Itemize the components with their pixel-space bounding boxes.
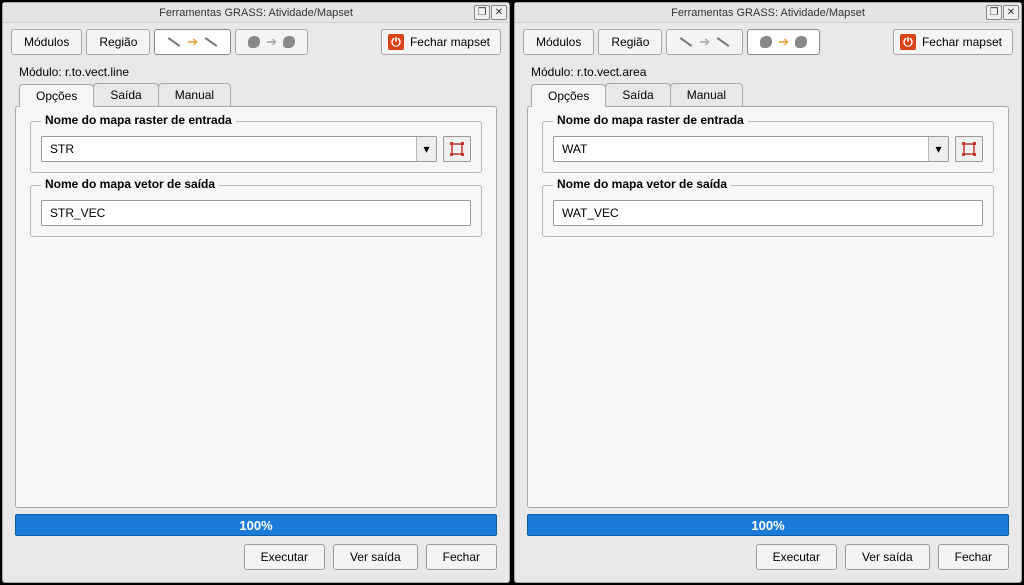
power-icon: ⏻ (388, 34, 404, 50)
subtab-saida[interactable]: Saída (605, 83, 670, 106)
titlebar: Ferramentas GRASS: Atividade/Mapset ❐ ✕ (3, 3, 509, 23)
fieldset-input: Nome do mapa raster de entrada ▾ (542, 121, 994, 173)
grass-tool-window-right: Ferramentas GRASS: Atividade/Mapset ❐ ✕ … (514, 2, 1022, 583)
close-icon[interactable]: ✕ (1003, 5, 1019, 20)
close-icon[interactable]: ✕ (491, 5, 507, 20)
input-raster-field[interactable] (554, 137, 928, 161)
power-icon: ⏻ (900, 34, 916, 50)
detach-icon[interactable]: ❐ (474, 5, 490, 20)
module-label: Módulo: r.to.vect.area (515, 55, 1021, 83)
close-button[interactable]: Fechar (938, 544, 1009, 570)
close-mapset-button[interactable]: ⏻ Fechar mapset (381, 29, 501, 55)
progress-bar: 100% (15, 514, 497, 536)
progress-label: 100% (239, 518, 272, 533)
tab-regiao[interactable]: Região (598, 29, 662, 55)
arrow-icon: ➔ (266, 34, 277, 50)
fieldset-output: Nome do mapa vetor de saída (30, 185, 482, 237)
subtab-opcoes[interactable]: Opções (531, 84, 606, 107)
legend-input: Nome do mapa raster de entrada (41, 113, 236, 127)
tab-area-tool[interactable]: ➔ (747, 29, 820, 55)
close-button[interactable]: Fechar (426, 544, 497, 570)
title-controls: ❐ ✕ (474, 5, 507, 20)
output-vector-field[interactable] (553, 200, 983, 226)
region-select-button[interactable] (955, 136, 983, 162)
legend-output: Nome do mapa vetor de saída (41, 177, 219, 191)
line-icon (168, 37, 181, 47)
toolbar: Módulos Região ➔ ➔ ⏻ Fechar mapset (3, 23, 509, 55)
module-label: Módulo: r.to.vect.line (3, 55, 509, 83)
tab-modulos[interactable]: Módulos (523, 29, 594, 55)
tab-regiao[interactable]: Região (86, 29, 150, 55)
input-raster-combo[interactable]: ▾ (41, 136, 437, 162)
legend-input: Nome do mapa raster de entrada (553, 113, 748, 127)
titlebar: Ferramentas GRASS: Atividade/Mapset ❐ ✕ (515, 3, 1021, 23)
window-title: Ferramentas GRASS: Atividade/Mapset (159, 7, 353, 19)
progress-bar: 100% (527, 514, 1009, 536)
arrow-icon: ➔ (187, 34, 198, 50)
subtabs: Opções Saída Manual (515, 83, 1021, 106)
progress-label: 100% (751, 518, 784, 533)
run-button[interactable]: Executar (244, 544, 325, 570)
subtab-opcoes[interactable]: Opções (19, 84, 94, 107)
content-area: Nome do mapa raster de entrada ▾ Nome do… (527, 106, 1009, 508)
subtab-saida[interactable]: Saída (93, 83, 158, 106)
window-title: Ferramentas GRASS: Atividade/Mapset (671, 7, 865, 19)
input-raster-field[interactable] (42, 137, 416, 161)
toolbar: Módulos Região ➔ ➔ ⏻ Fechar mapset (515, 23, 1021, 55)
subtab-manual[interactable]: Manual (158, 83, 231, 106)
arrow-icon: ➔ (778, 34, 789, 50)
tab-line-tool[interactable]: ➔ (666, 29, 743, 55)
polygon-icon (760, 36, 772, 48)
subtab-manual[interactable]: Manual (670, 83, 743, 106)
button-row: Executar Ver saída Fechar (3, 544, 509, 582)
title-controls: ❐ ✕ (986, 5, 1019, 20)
tab-line-tool[interactable]: ➔ (154, 29, 231, 55)
tab-modulos[interactable]: Módulos (11, 29, 82, 55)
polygon-icon (283, 36, 295, 48)
close-mapset-label: Fechar mapset (410, 35, 490, 49)
output-vector-field[interactable] (41, 200, 471, 226)
subtabs: Opções Saída Manual (3, 83, 509, 106)
arrow-icon: ➔ (699, 34, 710, 50)
close-mapset-button[interactable]: ⏻ Fechar mapset (893, 29, 1013, 55)
region-select-button[interactable] (443, 136, 471, 162)
input-raster-combo[interactable]: ▾ (553, 136, 949, 162)
tab-area-tool[interactable]: ➔ (235, 29, 308, 55)
detach-icon[interactable]: ❐ (986, 5, 1002, 20)
view-output-button[interactable]: Ver saída (845, 544, 930, 570)
polygon-icon (795, 36, 807, 48)
close-mapset-label: Fechar mapset (922, 35, 1002, 49)
legend-output: Nome do mapa vetor de saída (553, 177, 731, 191)
button-row: Executar Ver saída Fechar (515, 544, 1021, 582)
grass-tool-window-left: Ferramentas GRASS: Atividade/Mapset ❐ ✕ … (2, 2, 510, 583)
run-button[interactable]: Executar (756, 544, 837, 570)
chevron-down-icon[interactable]: ▾ (416, 137, 436, 161)
line-icon (680, 37, 693, 47)
fieldset-output: Nome do mapa vetor de saída (542, 185, 994, 237)
content-area: Nome do mapa raster de entrada ▾ Nome do… (15, 106, 497, 508)
line-icon (717, 37, 730, 47)
chevron-down-icon[interactable]: ▾ (928, 137, 948, 161)
view-output-button[interactable]: Ver saída (333, 544, 418, 570)
polygon-icon (248, 36, 260, 48)
fieldset-input: Nome do mapa raster de entrada ▾ (30, 121, 482, 173)
line-icon (205, 37, 218, 47)
